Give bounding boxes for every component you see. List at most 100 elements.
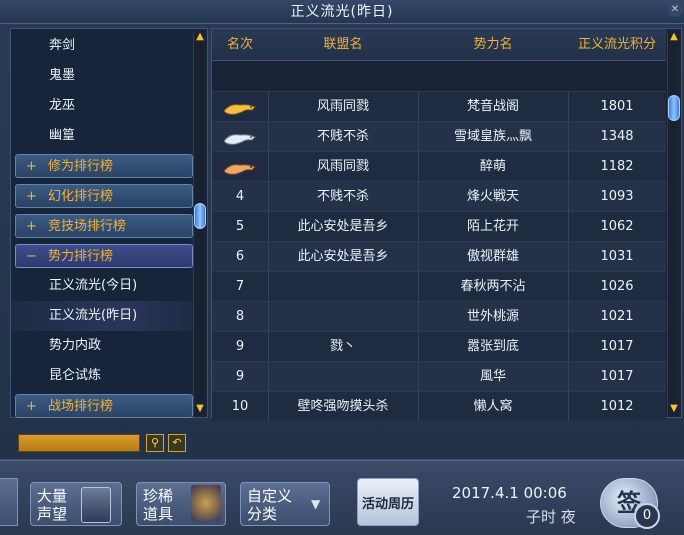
table-row[interactable]: 风雨同戮 梵音战阁 1801 xyxy=(212,91,666,121)
faction-name: 陌上花开 xyxy=(466,219,519,234)
column-divider xyxy=(268,92,269,121)
table-row[interactable]: 7 春秋两不沾 1026 xyxy=(212,271,666,301)
faction-name: 懒人窝 xyxy=(473,399,513,414)
column-divider xyxy=(568,242,569,271)
activity-calendar-button[interactable]: 活动周历 xyxy=(357,478,419,526)
alliance-name xyxy=(268,272,418,301)
column-divider xyxy=(268,242,269,271)
header-alliance: 联盟名 xyxy=(323,37,363,52)
window-title: 正义流光(昨日) xyxy=(0,0,684,24)
score-value: 1093 xyxy=(600,189,634,204)
column-divider xyxy=(568,122,569,151)
armor-icon xyxy=(191,485,221,521)
scroll-down-arrow-icon[interactable]: ▼ xyxy=(668,403,680,415)
sidebar-category[interactable]: + 修为排行榜 xyxy=(15,154,193,178)
sidebar-item[interactable]: 龙巫 xyxy=(11,91,193,121)
table-row[interactable]: 风雨同戮 醉萌 1182 xyxy=(212,151,666,181)
game-clock: 2017.4.1 00:06 子时 夜 xyxy=(430,478,600,528)
table-row[interactable]: 9 風华 1017 xyxy=(212,361,666,391)
sidebar-category[interactable]: + 幻化排行榜 xyxy=(15,184,193,208)
scroll-down-arrow-icon[interactable]: ▼ xyxy=(194,403,206,415)
sidebar-scrollbar[interactable]: ▲ ▼ xyxy=(193,31,206,415)
column-divider xyxy=(418,122,419,151)
scroll-up-arrow-icon[interactable]: ▲ xyxy=(668,31,680,43)
column-divider xyxy=(568,362,569,391)
ranking-table: 名次 联盟名 势力名 正义流光积分 风雨同戮 梵音战阁 1801 不贱不杀 雪域皇族灬飘… xyxy=(211,28,682,421)
sidebar-item[interactable]: 正义流光(昨日) xyxy=(11,301,193,331)
custom-category-button[interactable]: 自定义 分类 ▼ xyxy=(240,482,330,526)
ranking-window: 正义流光(昨日) ✕ 奔剑 鬼墨 龙巫 幽篁 + 修为排行榜 + 幻化排行榜 + 竞技场排行榜 − 势… xyxy=(0,0,684,460)
column-divider xyxy=(268,152,269,181)
sidebar-item[interactable]: 奔剑 xyxy=(11,31,193,61)
sidebar-item[interactable]: 势力内政 xyxy=(11,331,193,361)
sidebar-item[interactable]: 昆仑试炼 xyxy=(11,361,193,391)
sidebar-scroll-thumb[interactable] xyxy=(194,203,206,229)
column-divider xyxy=(418,92,419,121)
score-value: 1017 xyxy=(600,339,634,354)
column-divider xyxy=(418,182,419,211)
column-divider xyxy=(418,212,419,241)
table-scroll-thumb[interactable] xyxy=(668,95,680,121)
faction-name: 梵音战阁 xyxy=(466,99,519,114)
faction-name: 雪域皇族灬飘 xyxy=(453,129,532,144)
magnifier-icon[interactable]: ⚲ xyxy=(146,434,164,452)
scroll-up-arrow-icon[interactable]: ▲ xyxy=(194,31,206,43)
table-row[interactable]: 5 此心安处是吾乡 陌上花开 1062 xyxy=(212,211,666,241)
silver-leopard-medal-icon xyxy=(222,129,258,145)
column-divider xyxy=(268,332,269,361)
column-divider xyxy=(268,212,269,241)
table-row[interactable]: 10 壁咚强吻摸头杀 懒人窝 1012 xyxy=(212,391,666,421)
header-faction: 势力名 xyxy=(473,37,513,52)
faction-name: 春秋两不沾 xyxy=(460,279,526,294)
column-divider xyxy=(418,392,419,421)
header-rank: 名次 xyxy=(226,37,253,52)
table-row[interactable]: 4 不贱不杀 烽火戦天 1093 xyxy=(212,181,666,211)
sidebar-category[interactable]: + 战场排行榜 xyxy=(15,394,193,418)
alliance-name: 戮丶 xyxy=(329,339,356,354)
alliance-name xyxy=(268,362,418,391)
expand-icon: + xyxy=(26,159,37,174)
sidebar-category-label: 修为排行榜 xyxy=(48,159,114,174)
sidebar-category[interactable]: + 竞技场排行榜 xyxy=(15,214,193,238)
expand-icon: + xyxy=(26,219,37,234)
rare-items-button[interactable]: 珍稀 道具 xyxy=(136,482,226,526)
score-value: 1012 xyxy=(600,399,634,414)
alliance-name xyxy=(268,302,418,331)
close-icon[interactable]: ✕ xyxy=(668,3,682,17)
alliance-name: 此心安处是吾乡 xyxy=(297,219,389,234)
shichen-time: 子时 夜 xyxy=(526,508,576,526)
search-input[interactable] xyxy=(18,434,140,452)
reputation-scroll-icon xyxy=(81,487,111,523)
column-divider xyxy=(268,362,269,391)
date-time: 2017.4.1 00:06 xyxy=(452,484,567,502)
column-divider xyxy=(568,92,569,121)
rank-number: 9 xyxy=(235,339,245,354)
rank-medal xyxy=(212,122,268,151)
alliance-name: 壁咚强吻摸头杀 xyxy=(297,399,389,414)
rank-number: 6 xyxy=(235,249,245,264)
table-row[interactable]: 9 戮丶 嚣张到底 1017 xyxy=(212,331,666,361)
column-divider xyxy=(268,392,269,421)
table-row[interactable]: 6 此心安处是吾乡 傲视群雄 1031 xyxy=(212,241,666,271)
return-arrow-icon[interactable]: ↶ xyxy=(168,434,186,452)
reputation-button[interactable]: 大量 声望 xyxy=(30,482,122,526)
toolbar-left-button[interactable] xyxy=(0,478,18,526)
faction-name: 醉萌 xyxy=(479,159,506,174)
sidebar-item[interactable]: 正义流光(今日) xyxy=(11,271,193,301)
column-divider xyxy=(568,212,569,241)
sidebar-item[interactable]: 幽篁 xyxy=(11,121,193,151)
sidebar-category-label: 战场排行榜 xyxy=(48,399,114,414)
alliance-name: 此心安处是吾乡 xyxy=(297,249,389,264)
bronze-leopard-medal-icon xyxy=(222,159,258,175)
table-scrollbar[interactable]: ▲ ▼ xyxy=(667,31,680,415)
sidebar-category[interactable]: − 势力排行榜 xyxy=(15,244,193,268)
score-value: 1017 xyxy=(600,369,634,384)
score-value: 1021 xyxy=(600,309,634,324)
sidebar-item[interactable]: 鬼墨 xyxy=(11,61,193,91)
sidebar-category-label: 竞技场排行榜 xyxy=(48,219,127,234)
table-row[interactable]: 不贱不杀 雪域皇族灬飘 1348 xyxy=(212,121,666,151)
alliance-name: 不贱不杀 xyxy=(316,129,369,144)
table-row[interactable]: 8 世外桃源 1021 xyxy=(212,301,666,331)
expand-icon: + xyxy=(26,189,37,204)
rank-number: 4 xyxy=(235,189,245,204)
